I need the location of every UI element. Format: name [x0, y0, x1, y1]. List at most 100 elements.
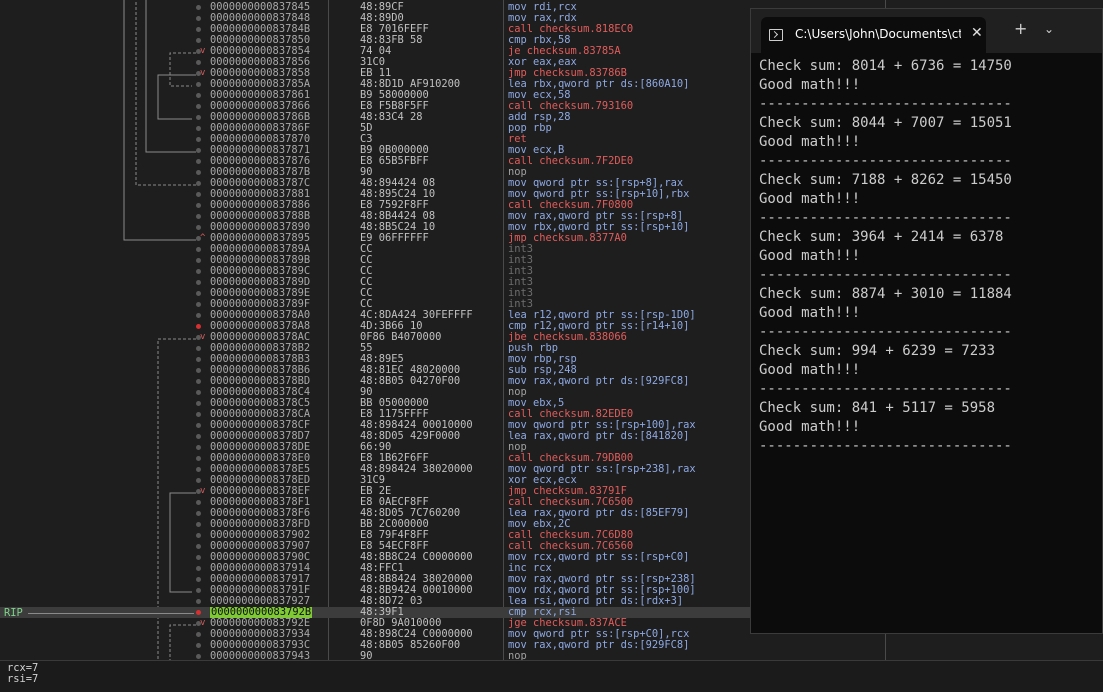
jump-direction-marker: v: [200, 46, 206, 56]
terminal-window[interactable]: C:\Users\John\Documents\ctf ✕ + ⌄ Check …: [750, 8, 1103, 634]
chevron-down-icon[interactable]: ⌄: [1044, 21, 1054, 37]
breakpoint-slot-icon[interactable]: [196, 115, 201, 120]
breakpoint-slot-icon[interactable]: [196, 302, 201, 307]
terminal-line: ------------------------------: [759, 210, 1012, 226]
breakpoint-slot-icon[interactable]: [196, 38, 201, 43]
breakpoint-slot-icon[interactable]: [196, 225, 201, 230]
breakpoint-slot-icon[interactable]: [196, 16, 201, 21]
register-rsi: rsi=7: [7, 673, 39, 685]
breakpoint-slot-icon[interactable]: [196, 280, 201, 285]
terminal-line: Good math!!!: [759, 362, 861, 378]
breakpoint-slot-icon[interactable]: [196, 192, 201, 197]
terminal-line: ------------------------------: [759, 267, 1012, 283]
breakpoint-slot-icon[interactable]: [196, 500, 201, 505]
jump-direction-marker: v: [200, 618, 206, 628]
instruction-row[interactable]: 000000000083789B CC int3: [0, 255, 752, 266]
breakpoint-slot-icon[interactable]: [196, 599, 201, 604]
breakpoint-slot-icon[interactable]: [196, 5, 201, 10]
terminal-output: Check sum: 8014 + 6736 = 14750 Good math!…: [759, 57, 1099, 456]
instruction-row[interactable]: 000000000083789D CC int3: [0, 277, 752, 288]
jump-direction-marker: v: [200, 332, 206, 342]
breakpoint-slot-icon[interactable]: [196, 203, 201, 208]
terminal-icon: [769, 29, 783, 41]
breakpoint-slot-icon[interactable]: [196, 357, 201, 362]
instruction-bytes: 48:8B05 04270F00: [360, 375, 461, 387]
breakpoint-icon[interactable]: [196, 324, 201, 329]
breakpoint-slot-icon[interactable]: [196, 577, 201, 582]
breakpoint-slot-icon[interactable]: [196, 291, 201, 296]
instruction-row[interactable]: ^ 0000000000837895 E9 06FFFFFF jmp checksum…: [0, 233, 752, 244]
breakpoint-slot-icon[interactable]: [196, 566, 201, 571]
instruction-text: mov rax,qword ptr ds:[929FC8]: [508, 375, 690, 387]
terminal-line: Good math!!!: [759, 134, 861, 150]
terminal-line: Check sum: 8044 + 7007 = 15051: [759, 115, 1012, 131]
terminal-line: ------------------------------: [759, 153, 1012, 169]
breakpoint-slot-icon[interactable]: [196, 632, 201, 637]
terminal-tab[interactable]: C:\Users\John\Documents\ctf ✕: [761, 17, 986, 53]
breakpoint-slot-icon[interactable]: [196, 423, 201, 428]
breakpoint-slot-icon[interactable]: [196, 148, 201, 153]
terminal-line: ------------------------------: [759, 381, 1012, 397]
instruction-row[interactable]: 000000000083793C 48:8B05 85260F00 mov rax,…: [0, 640, 752, 651]
terminal-titlebar[interactable]: C:\Users\John\Documents\ctf ✕ + ⌄: [751, 9, 1102, 53]
instruction-row[interactable]: 000000000083786F 5D pop rbp: [0, 123, 752, 134]
breakpoint-slot-icon[interactable]: [196, 544, 201, 549]
terminal-line: Check sum: 841 + 5117 = 5958: [759, 400, 996, 416]
instruction-row[interactable]: 0000000000837943 90 nop: [0, 651, 752, 660]
terminal-line: Check sum: 3964 + 2414 = 6378: [759, 229, 1004, 245]
breakpoint-slot-icon[interactable]: [196, 27, 201, 32]
breakpoint-slot-icon[interactable]: [196, 390, 201, 395]
breakpoint-slot-icon[interactable]: [196, 511, 201, 516]
breakpoint-slot-icon[interactable]: [196, 478, 201, 483]
breakpoint-slot-icon[interactable]: [196, 82, 201, 87]
instruction-row[interactable]: 000000000083789C CC int3: [0, 266, 752, 277]
rip-indicator-arrow: [28, 613, 194, 614]
breakpoint-slot-icon[interactable]: [196, 588, 201, 593]
breakpoint-slot-icon[interactable]: [196, 269, 201, 274]
breakpoint-slot-icon[interactable]: [196, 643, 201, 648]
breakpoint-slot-icon[interactable]: [196, 346, 201, 351]
terminal-tab-title: C:\Users\John\Documents\ctf: [795, 27, 961, 41]
jump-direction-marker: ^: [200, 233, 206, 243]
breakpoint-slot-icon[interactable]: [196, 137, 201, 142]
terminal-line: Check sum: 8874 + 3010 = 11884: [759, 286, 1012, 302]
breakpoint-slot-icon[interactable]: [196, 159, 201, 164]
breakpoint-slot-icon[interactable]: [196, 379, 201, 384]
breakpoint-slot-icon[interactable]: [196, 434, 201, 439]
terminal-line: Good math!!!: [759, 305, 861, 321]
breakpoint-slot-icon[interactable]: [196, 258, 201, 263]
breakpoint-slot-icon[interactable]: [196, 104, 201, 109]
breakpoint-slot-icon[interactable]: [196, 401, 201, 406]
breakpoint-slot-icon[interactable]: [196, 654, 201, 659]
breakpoint-slot-icon[interactable]: [196, 467, 201, 472]
breakpoint-slot-icon[interactable]: [196, 313, 201, 318]
breakpoint-slot-icon[interactable]: [196, 522, 201, 527]
breakpoint-slot-icon[interactable]: [196, 181, 201, 186]
breakpoint-slot-icon[interactable]: [196, 456, 201, 461]
instruction-row[interactable]: v 00000000008378AC 0F86 B4070000 jbe checks…: [0, 332, 752, 343]
breakpoint-slot-icon[interactable]: [196, 533, 201, 538]
close-icon[interactable]: ✕: [971, 25, 983, 41]
breakpoint-slot-icon[interactable]: [196, 412, 201, 417]
new-tab-button[interactable]: +: [1014, 21, 1027, 37]
terminal-line: Check sum: 8014 + 6736 = 14750: [759, 58, 1012, 74]
breakpoint-slot-icon[interactable]: [196, 368, 201, 373]
instruction-row[interactable]: 000000000083789E CC int3: [0, 288, 752, 299]
breakpoint-slot-icon[interactable]: [196, 555, 201, 560]
instruction-row[interactable]: 0000000000837876 E8 65B5FBFF call checksum…: [0, 156, 752, 167]
instruction-row[interactable]: 000000000083789A CC int3: [0, 244, 752, 255]
breakpoint-slot-icon[interactable]: [196, 247, 201, 252]
instruction-row[interactable]: 00000000008378BD 48:8B05 04270F00 mov rax,…: [0, 376, 752, 387]
jump-direction-marker: v: [200, 486, 206, 496]
instruction-row[interactable]: 000000000083786B 48:83C4 28 add rsp,28: [0, 112, 752, 123]
breakpoint-slot-icon[interactable]: [196, 214, 201, 219]
instruction-address: 0000000000837943: [210, 650, 311, 661]
instruction-text: nop: [508, 650, 527, 661]
breakpoint-slot-icon[interactable]: [196, 170, 201, 175]
breakpoint-slot-icon[interactable]: [196, 93, 201, 98]
instruction-text: lea rax,qword ptr ds:[841820]: [508, 430, 690, 442]
breakpoint-slot-icon[interactable]: [196, 60, 201, 65]
breakpoint-icon[interactable]: [196, 610, 201, 615]
breakpoint-slot-icon[interactable]: [196, 445, 201, 450]
breakpoint-slot-icon[interactable]: [196, 126, 201, 131]
